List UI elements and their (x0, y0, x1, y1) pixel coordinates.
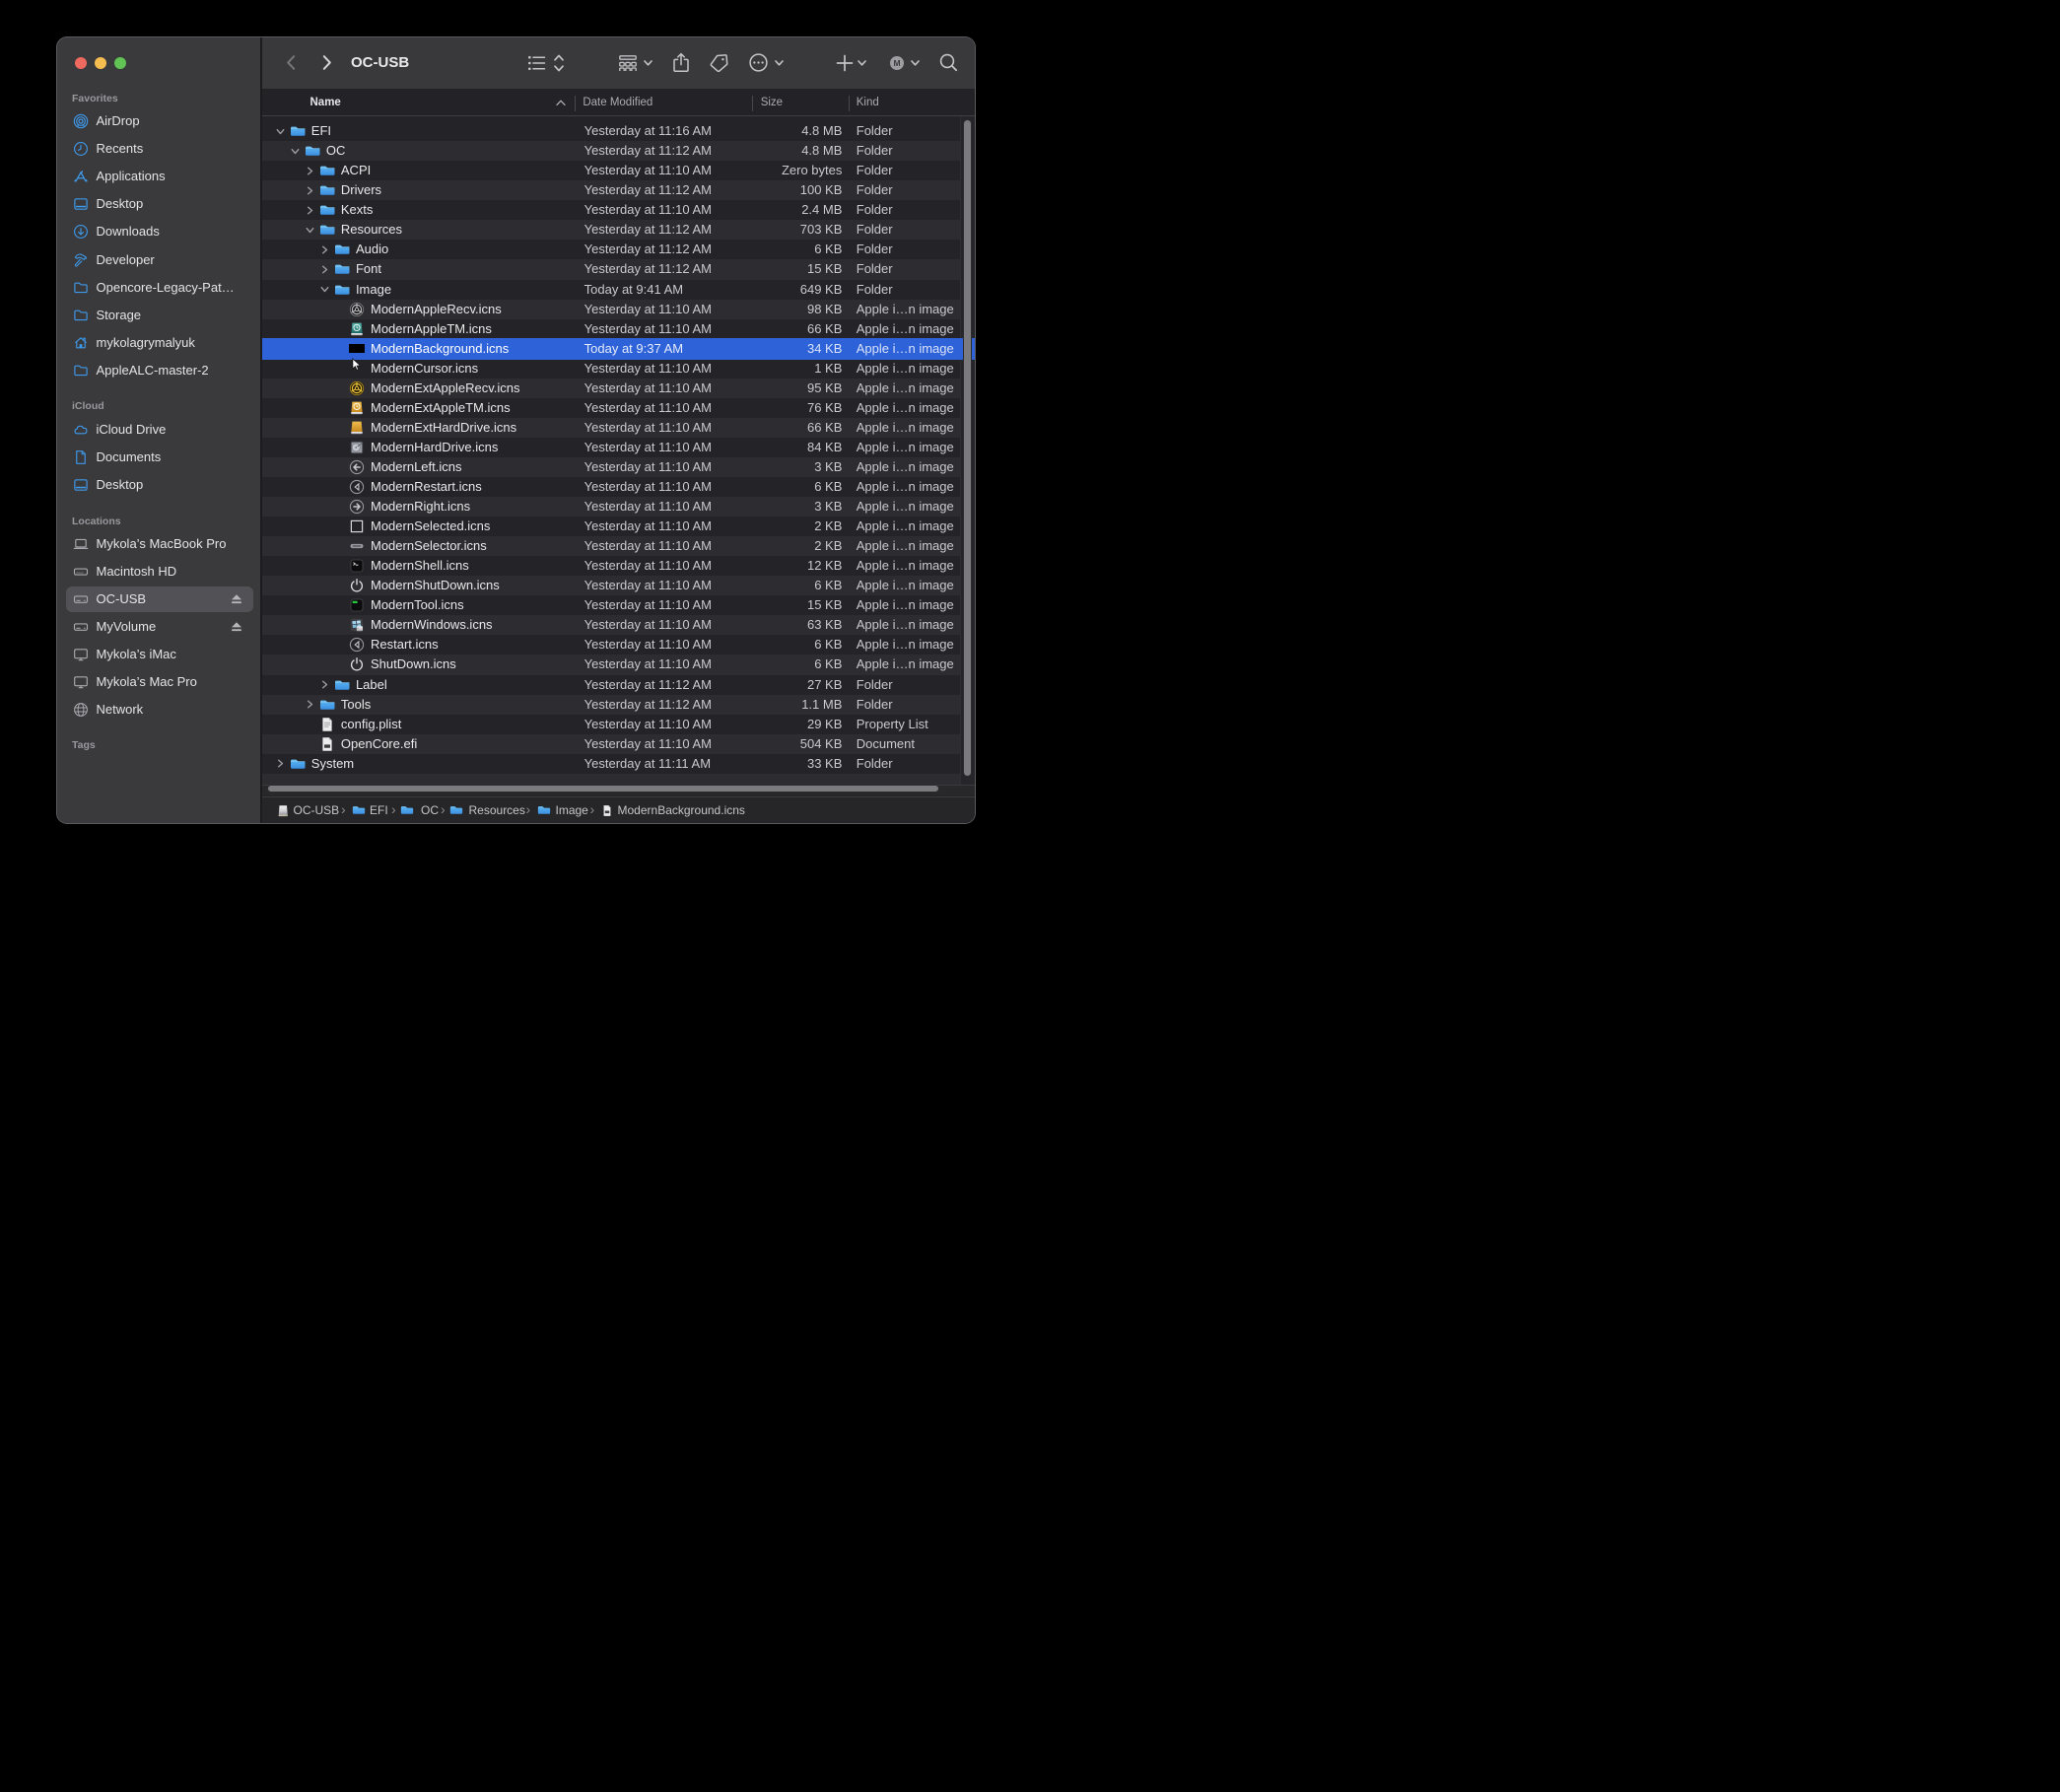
svg-text:M: M (893, 58, 900, 68)
